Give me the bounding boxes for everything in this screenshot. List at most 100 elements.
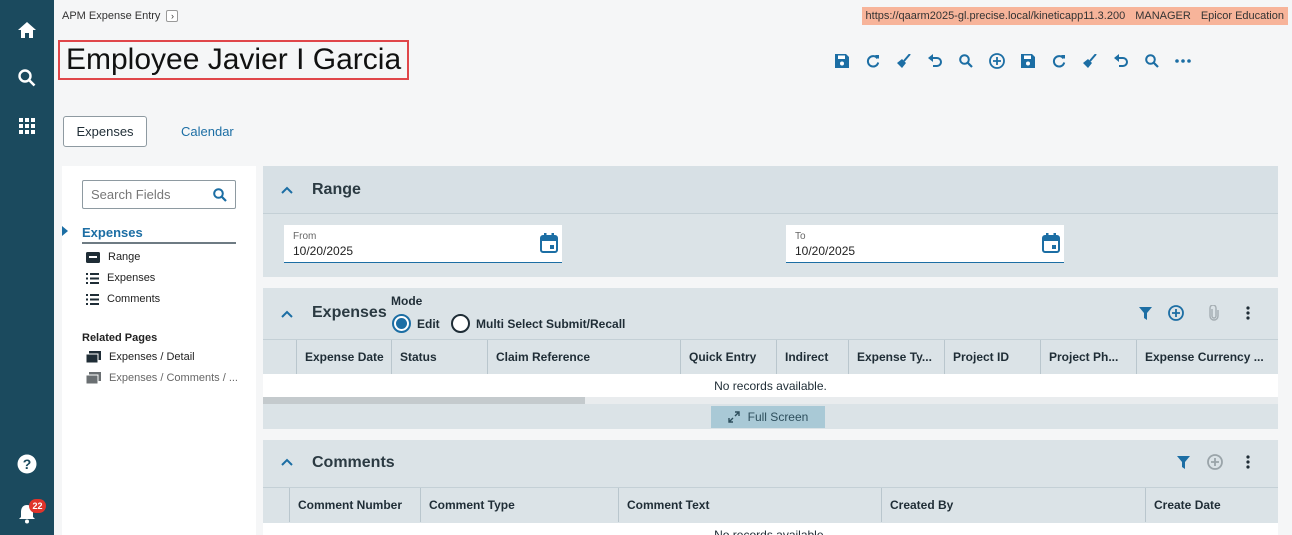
column-header[interactable]: Indirect <box>777 340 849 374</box>
range-panel: Range From 10/20/2025 To 10/20/2025 <box>263 166 1278 277</box>
undo-icon[interactable] <box>919 49 950 73</box>
related-expenses-comments[interactable]: Expenses / Comments / ... <box>86 372 238 384</box>
page-title: Employee Javier I Garcia <box>58 40 410 80</box>
attachment-icon[interactable] <box>1204 303 1224 323</box>
action-toolbar <box>826 49 1198 73</box>
horizontal-scrollbar[interactable] <box>263 397 1278 404</box>
calendar-icon[interactable] <box>540 233 558 253</box>
list-icon <box>86 293 99 305</box>
column-header[interactable]: Create Date <box>1146 488 1278 522</box>
range-title: Range <box>312 181 361 198</box>
from-date-field[interactable]: From 10/20/2025 <box>284 225 562 263</box>
column-header[interactable]: Comment Type <box>421 488 619 522</box>
column-header[interactable]: Comment Text <box>619 488 882 522</box>
calendar-icon[interactable] <box>1042 233 1060 253</box>
nav-item-expenses-selected[interactable]: Expenses <box>82 225 236 244</box>
expenses-title: Expenses <box>312 304 387 321</box>
nav-item-expenses[interactable]: Expenses <box>86 272 155 284</box>
search-fields-input[interactable]: Search Fields <box>82 180 236 209</box>
search-icon[interactable] <box>950 49 981 73</box>
add-circle-icon[interactable] <box>1166 303 1186 323</box>
left-rail: ? 22 <box>0 0 54 535</box>
help-icon[interactable]: ? <box>0 450 54 478</box>
column-header[interactable]: Expense Date <box>297 340 392 374</box>
save-icon[interactable] <box>1012 49 1043 73</box>
related-expenses-detail[interactable]: Expenses / Detail <box>86 351 195 363</box>
env-user: MANAGER <box>1135 10 1191 22</box>
home-icon[interactable] <box>0 16 54 44</box>
related-pages-header: Related Pages <box>82 332 158 344</box>
to-date-field[interactable]: To 10/20/2025 <box>786 225 1064 263</box>
chevron-up-icon[interactable] <box>281 186 293 194</box>
notification-badge: 22 <box>29 499 46 513</box>
search-icon[interactable] <box>0 64 54 92</box>
filter-icon[interactable] <box>1135 303 1155 323</box>
column-header[interactable]: Project ID <box>945 340 1041 374</box>
to-value: 10/20/2025 <box>795 244 856 258</box>
grid-select-column[interactable] <box>263 340 297 374</box>
mode-edit-label: Edit <box>417 316 440 331</box>
column-header[interactable]: Claim Reference <box>488 340 681 374</box>
column-header[interactable]: Project Ph... <box>1041 340 1137 374</box>
add-circle-icon[interactable] <box>1205 452 1225 472</box>
nav-item-range[interactable]: Range <box>86 251 140 263</box>
expenses-empty-message: No records available. <box>263 374 1278 398</box>
radio-unselected-icon[interactable] <box>451 314 470 333</box>
filter-icon[interactable] <box>1173 452 1193 472</box>
more-vertical-icon[interactable] <box>1238 303 1258 323</box>
column-header[interactable]: Created By <box>882 488 1146 522</box>
refresh-icon[interactable] <box>1043 49 1074 73</box>
comments-grid-header: Comment Number Comment Type Comment Text… <box>263 487 1278 522</box>
mode-multi-radio[interactable]: Multi Select Submit/Recall <box>451 314 625 333</box>
expenses-grid-header: Expense Date Status Claim Reference Quic… <box>263 339 1278 374</box>
tab-expenses[interactable]: Expenses <box>63 116 147 147</box>
mode-edit-radio[interactable]: Edit <box>392 314 440 333</box>
from-value: 10/20/2025 <box>293 244 354 258</box>
comments-title: Comments <box>312 454 395 471</box>
add-circle-icon[interactable] <box>981 49 1012 73</box>
column-header[interactable]: Comment Number <box>290 488 421 522</box>
clear-broom-icon[interactable] <box>1074 49 1105 73</box>
panel-icon <box>86 251 100 263</box>
breadcrumb-chevron-icon[interactable]: › <box>166 10 179 22</box>
mode-label: Mode <box>391 294 423 308</box>
more-vertical-icon[interactable] <box>1238 452 1258 472</box>
pages-stack-icon <box>86 351 101 363</box>
mode-multi-label: Multi Select Submit/Recall <box>476 316 626 331</box>
range-panel-header[interactable]: Range <box>263 166 1278 214</box>
comments-empty-message: No records available. <box>263 523 1278 535</box>
search-icon[interactable] <box>213 187 227 202</box>
tab-calendar[interactable]: Calendar <box>181 124 234 139</box>
top-bar: APM Expense Entry › https://qaarm2025-gl… <box>54 0 1292 34</box>
section-navigator: Search Fields Expenses Range Expenses Co… <box>62 166 256 535</box>
search-icon[interactable] <box>1136 49 1167 73</box>
grid-select-column[interactable] <box>263 488 290 522</box>
radio-selected-icon[interactable] <box>392 314 411 333</box>
refresh-icon[interactable] <box>857 49 888 73</box>
related-page-label: Expenses / Detail <box>109 351 195 363</box>
chevron-up-icon[interactable] <box>281 310 293 318</box>
full-screen-button[interactable]: Full Screen <box>711 406 825 428</box>
svg-text:?: ? <box>23 456 32 472</box>
undo-icon[interactable] <box>1105 49 1136 73</box>
chevron-up-icon[interactable] <box>281 458 293 466</box>
list-icon <box>86 272 99 284</box>
save-icon[interactable] <box>826 49 857 73</box>
to-label: To <box>795 231 806 242</box>
column-header[interactable]: Status <box>392 340 488 374</box>
expand-icon <box>727 411 740 423</box>
scrollbar-thumb[interactable] <box>263 397 585 404</box>
nav-item-label: Comments <box>107 293 161 305</box>
env-url: https://qaarm2025-gl.precise.local/kinet… <box>865 10 1126 22</box>
more-options-icon[interactable] <box>1167 49 1198 73</box>
clear-broom-icon[interactable] <box>888 49 919 73</box>
column-header[interactable]: Expense Ty... <box>849 340 945 374</box>
column-header[interactable]: Quick Entry <box>681 340 777 374</box>
column-header[interactable]: Expense Currency ... <box>1137 340 1277 374</box>
breadcrumb-label[interactable]: APM Expense Entry <box>62 10 160 22</box>
selected-caret-icon <box>62 226 68 236</box>
comments-panel: Comments Comment Number Comment Type Com… <box>263 440 1278 535</box>
nav-item-comments[interactable]: Comments <box>86 293 160 305</box>
from-label: From <box>293 231 317 242</box>
apps-grid-icon[interactable] <box>0 112 54 140</box>
